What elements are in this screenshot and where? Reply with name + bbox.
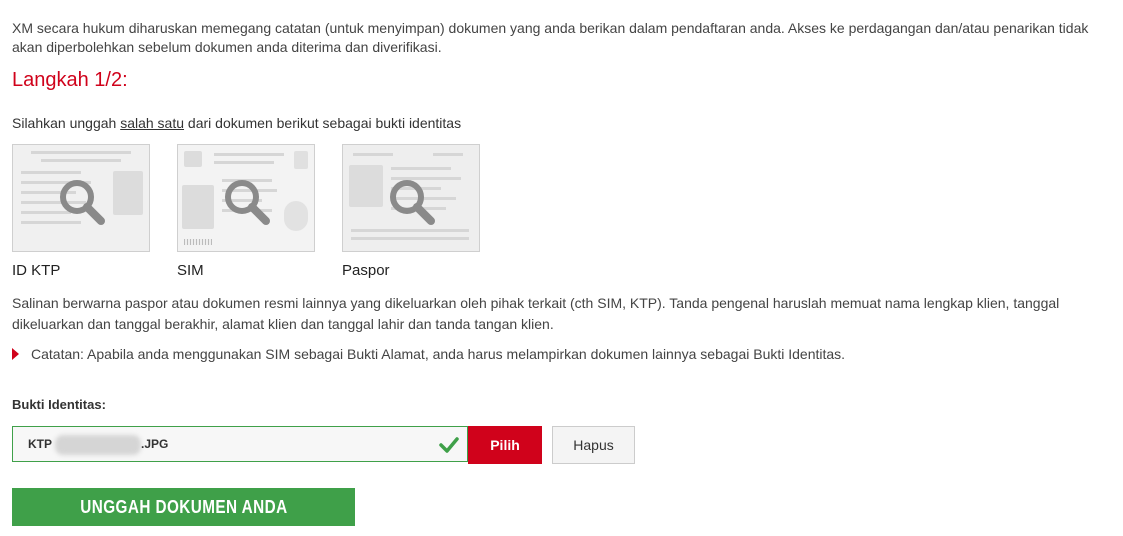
remove-file-button[interactable]: Hapus: [552, 426, 635, 464]
proof-field-label: Bukti Identitas:: [12, 397, 106, 412]
ktp-thumbnail[interactable]: [12, 144, 150, 252]
file-input[interactable]: KTP .JPG: [12, 426, 468, 462]
document-option-ktp[interactable]: ID KTP: [12, 144, 150, 281]
magnifier-icon: [60, 180, 105, 225]
upload-button-label: UNGGAH DOKUMEN ANDA: [79, 496, 288, 517]
upload-documents-button[interactable]: UNGGAH DOKUMEN ANDA: [12, 488, 355, 526]
file-name-suffix: .JPG: [141, 437, 169, 451]
sim-thumbnail[interactable]: [177, 144, 315, 252]
instruction-emphasis: salah satu: [120, 115, 185, 131]
requirements-text: Salinan berwarna paspor atau dokumen res…: [12, 295, 1060, 332]
document-option-paspor[interactable]: Paspor: [342, 144, 480, 281]
note: Catatan: Apabila anda menggunakan SIM se…: [12, 345, 845, 364]
instruction-before: Silahkan unggah: [12, 115, 121, 131]
document-option-sim[interactable]: SIM: [177, 144, 315, 281]
document-label: ID KTP: [12, 262, 61, 279]
redacted-filename: [55, 435, 141, 455]
instruction-text: Silahkan unggah salah satu dari dokumen …: [12, 114, 461, 133]
step-title: Langkah 1/2:: [12, 69, 128, 91]
intro-text: XM secara hukum diharuskan memegang cata…: [12, 20, 1089, 55]
checkmark-icon: [439, 437, 459, 453]
document-label: SIM: [177, 262, 204, 279]
triangle-right-icon: [12, 348, 19, 360]
file-name-prefix: KTP: [28, 437, 52, 451]
document-label: Paspor: [342, 262, 390, 279]
paspor-thumbnail[interactable]: [342, 144, 480, 252]
instruction-after: dari dokumen berikut sebagai bukti ident…: [184, 115, 462, 131]
magnifier-icon: [225, 180, 270, 225]
choose-file-button[interactable]: Pilih: [468, 426, 542, 464]
note-text: Catatan: Apabila anda menggunakan SIM se…: [31, 346, 846, 362]
magnifier-icon: [390, 180, 435, 225]
